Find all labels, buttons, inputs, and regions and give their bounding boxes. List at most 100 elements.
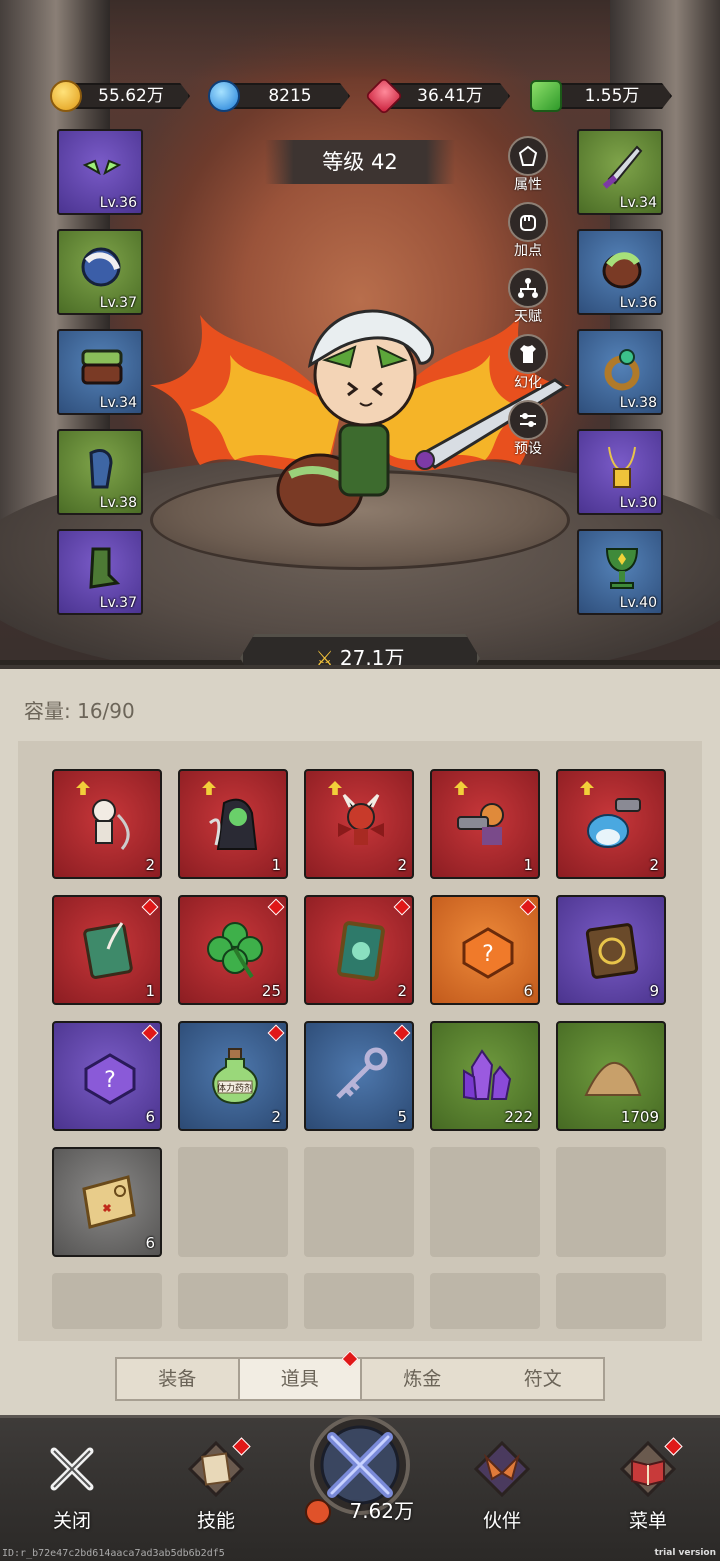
inventory-tabs: 装备 道具 炼金 符文 — [115, 1350, 605, 1401]
inventory-item[interactable]: 1709 — [556, 1021, 666, 1131]
tab-equipment[interactable]: 装备 — [117, 1359, 238, 1399]
green-book-icon — [83, 922, 133, 979]
attributes-button[interactable]: 属性 — [505, 136, 551, 196]
attributes-icon — [518, 145, 538, 166]
empty-slot[interactable] — [52, 1273, 162, 1329]
skills-label: 技能 — [196, 1510, 235, 1532]
currency-diamond: 8215 — [208, 80, 350, 112]
empty-slot[interactable] — [178, 1273, 288, 1329]
inventory-item[interactable]: 1 — [178, 769, 288, 879]
partner-button[interactable]: 伙伴 — [452, 1436, 552, 1533]
inventory-item[interactable]: 25 — [178, 895, 288, 1005]
inventory-item[interactable]: 9 — [556, 895, 666, 1005]
gunner-pet-icon — [457, 803, 504, 845]
svg-text:?: ? — [482, 942, 494, 967]
key-icon — [336, 1047, 388, 1099]
item-count: 2 — [649, 856, 659, 874]
inventory-item[interactable]: 222 — [430, 1021, 540, 1131]
trial-label: trial version — [654, 1548, 716, 1558]
currency-diamond-value: 8215 — [224, 83, 350, 109]
equip-slot-head[interactable]: Lv.36 — [57, 129, 143, 215]
empty-slot[interactable] — [430, 1273, 540, 1329]
empty-slot[interactable] — [430, 1147, 540, 1257]
notification-badge — [341, 1350, 359, 1368]
equip-slot-boots[interactable]: Lv.37 — [57, 529, 143, 615]
menu-button[interactable]: 菜单 — [598, 1436, 698, 1533]
equip-slot-trinket[interactable]: Lv.40 — [577, 529, 663, 615]
tab-label: 装备 — [158, 1368, 197, 1390]
add-points-button[interactable]: 加点 — [505, 202, 551, 262]
preset-button[interactable]: 预设 — [505, 400, 551, 460]
inventory-item[interactable]: 6 — [52, 1147, 162, 1257]
demon-pet-icon — [338, 793, 384, 845]
transmog-label: 幻化 — [514, 375, 542, 391]
empty-slot[interactable] — [304, 1147, 414, 1257]
equip-slot-bracer[interactable]: Lv.38 — [57, 429, 143, 515]
reaper-pet-icon — [209, 798, 258, 850]
item-count: 2 — [271, 1108, 281, 1126]
item-count: 9 — [649, 982, 659, 1000]
goblet-icon — [605, 548, 639, 589]
inventory-item[interactable]: 2 — [304, 769, 414, 879]
inventory-grid: 2 1 2 1 2 1 25 2 ? 6 9 ? 6 体力药剂 2 5 222 … — [18, 741, 702, 1341]
gold-coin-icon — [50, 80, 82, 112]
equip-level: Lv.30 — [619, 495, 657, 511]
attributes-label: 属性 — [514, 177, 542, 193]
item-count: 6 — [523, 982, 533, 1000]
inventory-item[interactable]: 2 — [556, 769, 666, 879]
item-count: 2 — [397, 982, 407, 1000]
equip-slot-necklace[interactable]: Lv.30 — [577, 429, 663, 515]
empty-slot[interactable] — [556, 1273, 666, 1329]
close-label: 关闭 — [52, 1510, 91, 1532]
inventory-item[interactable]: 5 — [304, 1021, 414, 1131]
necklace-icon — [608, 446, 636, 488]
empty-slot[interactable] — [304, 1273, 414, 1329]
currency-ruby-value: 36.41万 — [384, 83, 510, 109]
empty-slot[interactable] — [556, 1147, 666, 1257]
left-flame-wing-icon — [150, 315, 340, 471]
hero-scene: 55.62万 8215 36.41万 1.55万 等级 42 Lv.36 Lv.… — [0, 0, 720, 660]
equip-slot-ring[interactable]: Lv.38 — [577, 329, 663, 415]
mask-icon — [82, 159, 122, 176]
tab-runes[interactable]: 符文 — [483, 1359, 604, 1399]
item-count: 1709 — [620, 1108, 659, 1126]
equip-level: Lv.40 — [619, 595, 657, 611]
inventory-item[interactable]: 2 — [304, 895, 414, 1005]
inventory-item[interactable]: 2 — [52, 769, 162, 879]
tab-items[interactable]: 道具 — [237, 1350, 362, 1399]
inventory-item[interactable]: ? 6 — [52, 1021, 162, 1131]
currency-ruby: 36.41万 — [364, 76, 510, 116]
item-count: 25 — [261, 982, 281, 1000]
close-button[interactable]: 关闭 — [22, 1436, 122, 1533]
new-item-badge — [141, 898, 159, 916]
boots-icon — [89, 547, 121, 589]
card-icon — [337, 921, 385, 981]
svg-text:?: ? — [104, 1068, 116, 1093]
equip-slot-shoulder[interactable]: Lv.37 — [57, 229, 143, 315]
sword-icon — [602, 145, 643, 189]
inventory-item[interactable]: 1 — [430, 769, 540, 879]
item-count: 1 — [523, 856, 533, 874]
battle-reward-value: 7.62万 — [349, 1499, 414, 1523]
arch-shadow — [110, 0, 610, 80]
empty-slot[interactable] — [178, 1147, 288, 1257]
menu-label: 菜单 — [628, 1510, 667, 1532]
inventory-item[interactable]: 1 — [52, 895, 162, 1005]
talent-button[interactable]: 天赋 — [505, 268, 551, 328]
equip-slot-offhand[interactable]: Lv.36 — [577, 229, 663, 315]
new-item-badge — [393, 1024, 411, 1042]
preset-label: 预设 — [514, 441, 542, 457]
inventory-item[interactable]: 体力药剂 2 — [178, 1021, 288, 1131]
equip-slot-belt[interactable]: Lv.34 — [57, 329, 143, 415]
belt-icon — [81, 349, 123, 385]
inventory-capacity: 容量: 16/90 — [24, 699, 135, 723]
skills-button[interactable]: 技能 — [166, 1436, 266, 1533]
new-item-badge — [393, 898, 411, 916]
inventory-item[interactable]: ? 6 — [430, 895, 540, 1005]
close-tools-icon — [50, 1447, 94, 1491]
equip-slot-weapon[interactable]: Lv.34 — [577, 129, 663, 215]
tab-alchemy[interactable]: 炼金 — [362, 1359, 483, 1399]
equip-level: Lv.34 — [99, 395, 137, 411]
shield-icon — [602, 252, 642, 289]
transmog-button[interactable]: 幻化 — [505, 334, 551, 394]
